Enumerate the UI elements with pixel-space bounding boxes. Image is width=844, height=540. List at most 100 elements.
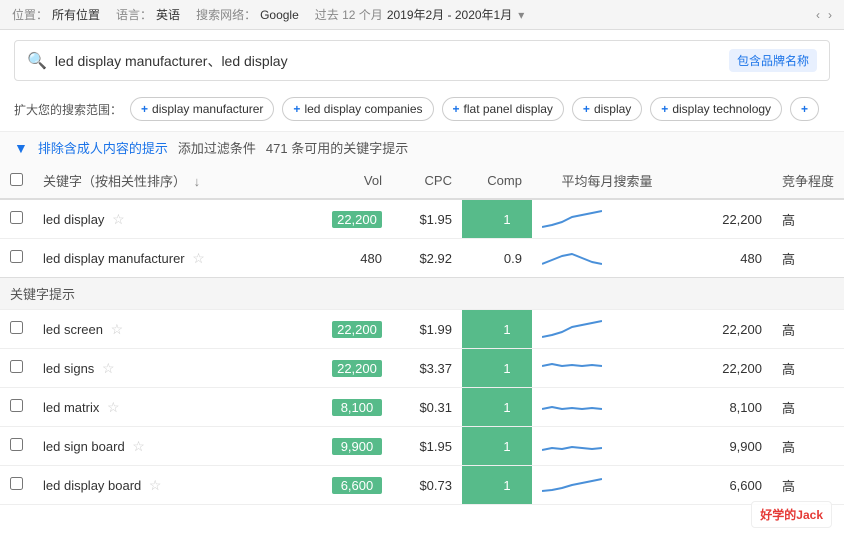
nav-arrows[interactable]: ‹ › [816,8,832,22]
row-checkbox[interactable] [10,250,23,263]
search-bar: 🔍 led display manufacturer、led display 包… [14,40,830,81]
search-query[interactable]: led display manufacturer、led display [55,51,729,71]
plus-icon-1: + [293,102,300,116]
suggestion-tag-3[interactable]: + display [572,97,642,121]
suggestion-tag-0[interactable]: + display manufacturer [130,97,274,121]
suggestion-tag-more[interactable]: + [790,97,819,121]
nav-next-icon[interactable]: › [828,8,832,22]
td-vol: 6,600 [312,466,392,505]
th-checkbox[interactable] [0,163,33,199]
network-label: 搜索网络： [196,6,256,23]
td-competition: 高 [772,427,844,466]
nav-prev-icon[interactable]: ‹ [816,8,820,22]
keyword-link[interactable]: led display board [43,478,141,493]
add-filter-link[interactable]: 添加过滤条件 [178,138,256,157]
td-cpc: $1.99 [392,310,462,349]
suggestion-tag-4[interactable]: + display technology [650,97,782,121]
th-keyword[interactable]: 关键字（按相关性排序） ↓ [33,163,312,199]
td-trend [532,388,682,427]
suggestion-tag-2[interactable]: + flat panel display [442,97,564,121]
top-bar: 位置： 所有位置 语言： 英语 搜索网络： Google 过去 12 个月 20… [0,0,844,30]
td-checkbox[interactable] [0,199,33,239]
td-monthly: 8,100 [682,388,772,427]
row-checkbox[interactable] [10,211,23,224]
th-keyword-label: 关键字（按相关性排序） [43,174,186,189]
location-value: 所有位置 [52,6,100,23]
star-icon[interactable]: ☆ [149,477,162,493]
keyword-link[interactable]: led display manufacturer [43,251,185,266]
comp-value: 1 [492,211,522,228]
th-cpc[interactable]: CPC [392,163,462,199]
td-monthly: 22,200 [682,199,772,239]
td-checkbox[interactable] [0,310,33,349]
td-cpc: $0.73 [392,466,462,505]
th-trend: 平均每月搜索量 [532,163,682,199]
suggestion-tag-1[interactable]: + led display companies [282,97,433,121]
vol-value: 9,900 [332,438,382,455]
td-checkbox[interactable] [0,239,33,278]
vol-value: 8,100 [332,399,382,416]
th-comp[interactable]: Comp [462,163,532,199]
table-header-row: 关键字（按相关性排序） ↓ Vol CPC Comp 平均每月搜索量 竞争程度 [0,163,844,199]
keyword-link[interactable]: led screen [43,322,103,337]
keyword-link[interactable]: led sign board [43,439,125,454]
td-competition: 高 [772,466,844,505]
td-comp: 0.9 [462,239,532,278]
row-checkbox[interactable] [10,438,23,451]
watermark-text: 好学的Jack [760,508,823,522]
suggestion-label-0: display manufacturer [152,102,263,116]
table-row: led display manufacturer ☆ 480 $2.92 0.9… [0,239,844,278]
plus-icon-0: + [141,102,148,116]
td-competition: 高 [772,310,844,349]
exclude-adult-link[interactable]: 排除含成人内容的提示 [38,138,168,157]
language-value: 英语 [156,6,180,23]
star-icon[interactable]: ☆ [112,211,125,227]
star-icon[interactable]: ☆ [132,438,145,454]
td-vol: 22,200 [312,310,392,349]
td-trend [532,466,682,505]
suggestion-label-1: led display companies [304,102,422,116]
select-all-checkbox[interactable] [10,173,23,186]
td-keyword: led sign board ☆ [33,427,312,466]
td-monthly: 480 [682,239,772,278]
td-monthly: 9,900 [682,427,772,466]
row-checkbox[interactable] [10,477,23,490]
keyword-link[interactable]: led display [43,212,104,227]
suggestion-label-2: flat panel display [464,102,553,116]
sort-icon[interactable]: ↓ [194,174,201,189]
suggestion-label-3: display [594,102,631,116]
th-competition: 竞争程度 [772,163,844,199]
keyword-link[interactable]: led matrix [43,400,99,415]
td-comp: 1 [462,466,532,505]
td-checkbox[interactable] [0,388,33,427]
td-vol: 22,200 [312,349,392,388]
row-checkbox[interactable] [10,399,23,412]
td-vol: 9,900 [312,427,392,466]
section-header-row: 关键字提示 [0,278,844,310]
star-icon[interactable]: ☆ [102,360,115,376]
star-icon[interactable]: ☆ [111,321,124,337]
td-checkbox[interactable] [0,349,33,388]
keywords-table-wrap: 关键字（按相关性排序） ↓ Vol CPC Comp 平均每月搜索量 竞争程度 … [0,163,844,505]
period-item[interactable]: 过去 12 个月 2019年2月 - 2020年1月 ▾ [315,6,524,23]
period-dropdown-icon[interactable]: ▾ [518,8,524,22]
vol-value: 22,200 [332,360,382,377]
sparkline-svg [542,317,602,341]
table-row: led display ☆ 22,200 $1.95 1 22,200 高 [0,199,844,239]
td-vol: 8,100 [312,388,392,427]
keyword-link[interactable]: led signs [43,361,94,376]
row-checkbox[interactable] [10,321,23,334]
th-monthly [682,163,772,199]
th-vol[interactable]: Vol [312,163,392,199]
td-vol: 480 [312,239,392,278]
watermark: 好学的Jack [751,501,832,528]
td-checkbox[interactable] [0,466,33,505]
td-keyword: led display ☆ [33,199,312,239]
row-checkbox[interactable] [10,360,23,373]
td-checkbox[interactable] [0,427,33,466]
td-cpc: $2.92 [392,239,462,278]
star-icon[interactable]: ☆ [107,399,120,415]
td-comp: 1 [462,388,532,427]
star-icon[interactable]: ☆ [192,250,205,266]
td-vol: 22,200 [312,199,392,239]
